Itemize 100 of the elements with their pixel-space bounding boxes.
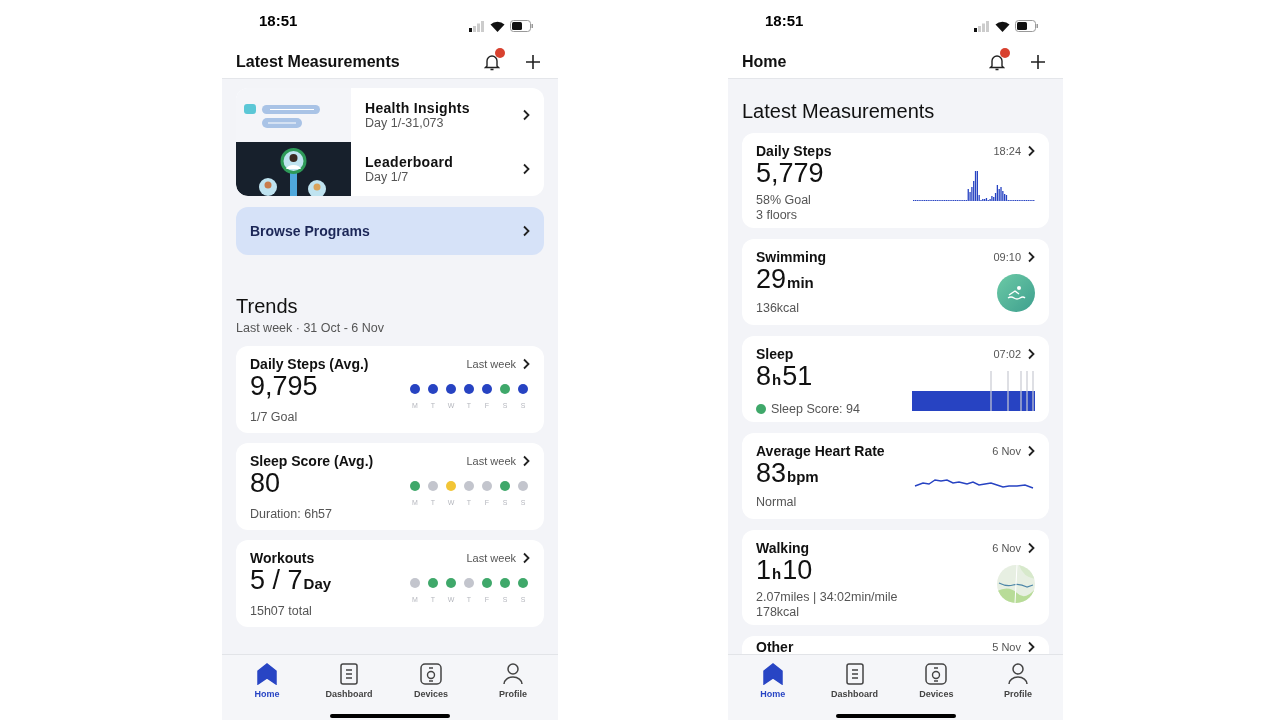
home-icon (762, 663, 783, 685)
document-icon (340, 663, 358, 685)
card-note: 178kcal (756, 605, 801, 620)
card-time: 09:10 (993, 250, 1021, 265)
status-time: 18:51 (259, 10, 298, 31)
chevron-icon (1027, 251, 1035, 264)
card-title: Sleep (756, 346, 795, 362)
card-title: Daily Steps (756, 143, 832, 159)
card-note: Normal (756, 495, 798, 510)
plus-icon (1030, 54, 1046, 70)
metric-value: 9,795 (250, 371, 318, 400)
card-title: Swimming (756, 249, 826, 265)
metric-value: 80 (250, 468, 281, 497)
metric-unit: bpm (786, 469, 820, 484)
chevron-icon (522, 163, 530, 175)
metric-value: 29 (756, 265, 787, 293)
chevron-icon (522, 455, 530, 467)
add-button[interactable] (1029, 53, 1047, 71)
bell-icon (989, 53, 1005, 71)
tab-bar-item[interactable]: Home (232, 663, 302, 702)
bell-icon (484, 53, 500, 71)
card-title: Workouts (250, 549, 316, 566)
chevron-icon (522, 358, 530, 370)
plus-icon (525, 54, 541, 70)
battery-icon (1015, 20, 1039, 32)
chevron-icon (522, 552, 530, 564)
measurement-card[interactable]: Daily Steps 5,779 58% Goal 3 floors 18:24 (742, 133, 1049, 228)
metric-value: 8 (756, 362, 772, 390)
screen-title: Home (742, 52, 787, 72)
measurement-card[interactable]: Walking 1h10 2.07miles | 34:02min/mile 178kcal 6 Nov (742, 530, 1049, 625)
measurement-card[interactable]: Other 5 Nov (742, 636, 1049, 654)
home-icon (257, 663, 277, 685)
period-label: Last week (466, 550, 516, 566)
document-icon (845, 663, 864, 685)
tab-bar-item[interactable]: Profile (478, 663, 548, 702)
tab-bar-item[interactable]: Home (737, 663, 808, 702)
card-title: Other (756, 639, 794, 654)
card-title: Sleep Score (Avg.) (250, 452, 374, 469)
battery-icon (510, 20, 534, 32)
person-icon (1008, 663, 1029, 685)
notification-button[interactable] (482, 51, 502, 73)
card-time: 5 Nov (992, 640, 1021, 654)
tab-bar-item[interactable]: Profile (983, 663, 1054, 702)
metric-unit: Day (302, 575, 333, 591)
card-note: 2.07miles | 34:02min/mile (756, 590, 898, 605)
watch-icon (420, 663, 442, 685)
sleep-score: Sleep Score: 94 (771, 401, 860, 418)
measurement-card[interactable]: Swimming 29min 136kcal 09:10 (742, 239, 1049, 325)
card-time: 18:24 (993, 144, 1021, 159)
card-time: 07:02 (993, 347, 1021, 362)
metric-value: 1 (756, 556, 772, 584)
tab-bar-item[interactable]: Dashboard (314, 663, 384, 702)
chevron-icon (1027, 445, 1035, 458)
section-title: Latest Measurements (742, 99, 936, 123)
notification-button[interactable] (987, 51, 1007, 73)
status-time: 18:51 (765, 10, 804, 31)
tab-bar-item[interactable]: Devices (901, 663, 972, 702)
card-note: Duration: 6h57 (250, 505, 333, 523)
card-title: Walking (756, 540, 811, 556)
chevron-icon (522, 109, 530, 121)
card-note: 58% Goal (756, 193, 812, 208)
swimmer-icon (997, 273, 1035, 312)
metric-value: 10 (782, 556, 813, 584)
chevron-icon (1027, 145, 1035, 158)
browse-programs-button[interactable]: Browse Programs (236, 207, 544, 255)
card-note: 1/7 Goal (250, 408, 299, 426)
metric-value: 5 / 7 (250, 565, 303, 594)
wifi-icon (995, 20, 1010, 32)
chevron-icon (1027, 641, 1035, 654)
section-subtitle: Last week · 31 Oct - 6 Nov (236, 320, 385, 337)
add-button[interactable] (524, 53, 542, 71)
chevron-icon (522, 225, 530, 237)
card-note: 3 floors (756, 208, 798, 223)
card-time: 6 Nov (992, 444, 1021, 459)
measurement-card[interactable]: Sleep 8h51 Sleep Score: 94 07:02 (742, 336, 1049, 422)
metric-value: 83 (756, 459, 787, 487)
screen-title: Latest Measurements (236, 52, 400, 72)
chevron-icon (1027, 348, 1035, 361)
wifi-icon (490, 20, 505, 32)
card-note: 136kcal (756, 301, 801, 316)
signal-icon (469, 20, 485, 32)
metric-unit: h (771, 372, 783, 387)
card-note: 15h07 total (250, 602, 313, 620)
chevron-icon (1027, 542, 1035, 555)
watch-icon (925, 663, 948, 685)
card-time: 6 Nov (992, 541, 1021, 556)
card-title: Average Heart Rate (756, 443, 885, 459)
metric-unit: h (771, 566, 783, 581)
section-title: Trends (236, 294, 299, 318)
metric-value: 51 (782, 362, 813, 390)
metric-value: 5,779 (756, 159, 824, 187)
measurement-card[interactable]: Average Heart Rate 83bpm Normal 6 Nov (742, 433, 1049, 519)
period-label: Last week (466, 356, 516, 372)
program-row[interactable]: Leaderboard Day 1/7 (351, 142, 544, 196)
signal-icon (974, 20, 990, 32)
card-title: Daily Steps (Avg.) (250, 355, 369, 372)
period-label: Last week (466, 453, 516, 469)
tab-bar-item[interactable]: Dashboard (819, 663, 890, 702)
tab-bar-item[interactable]: Devices (396, 663, 466, 702)
program-row[interactable]: Health Insights Day 1/-31,073 (351, 88, 544, 142)
